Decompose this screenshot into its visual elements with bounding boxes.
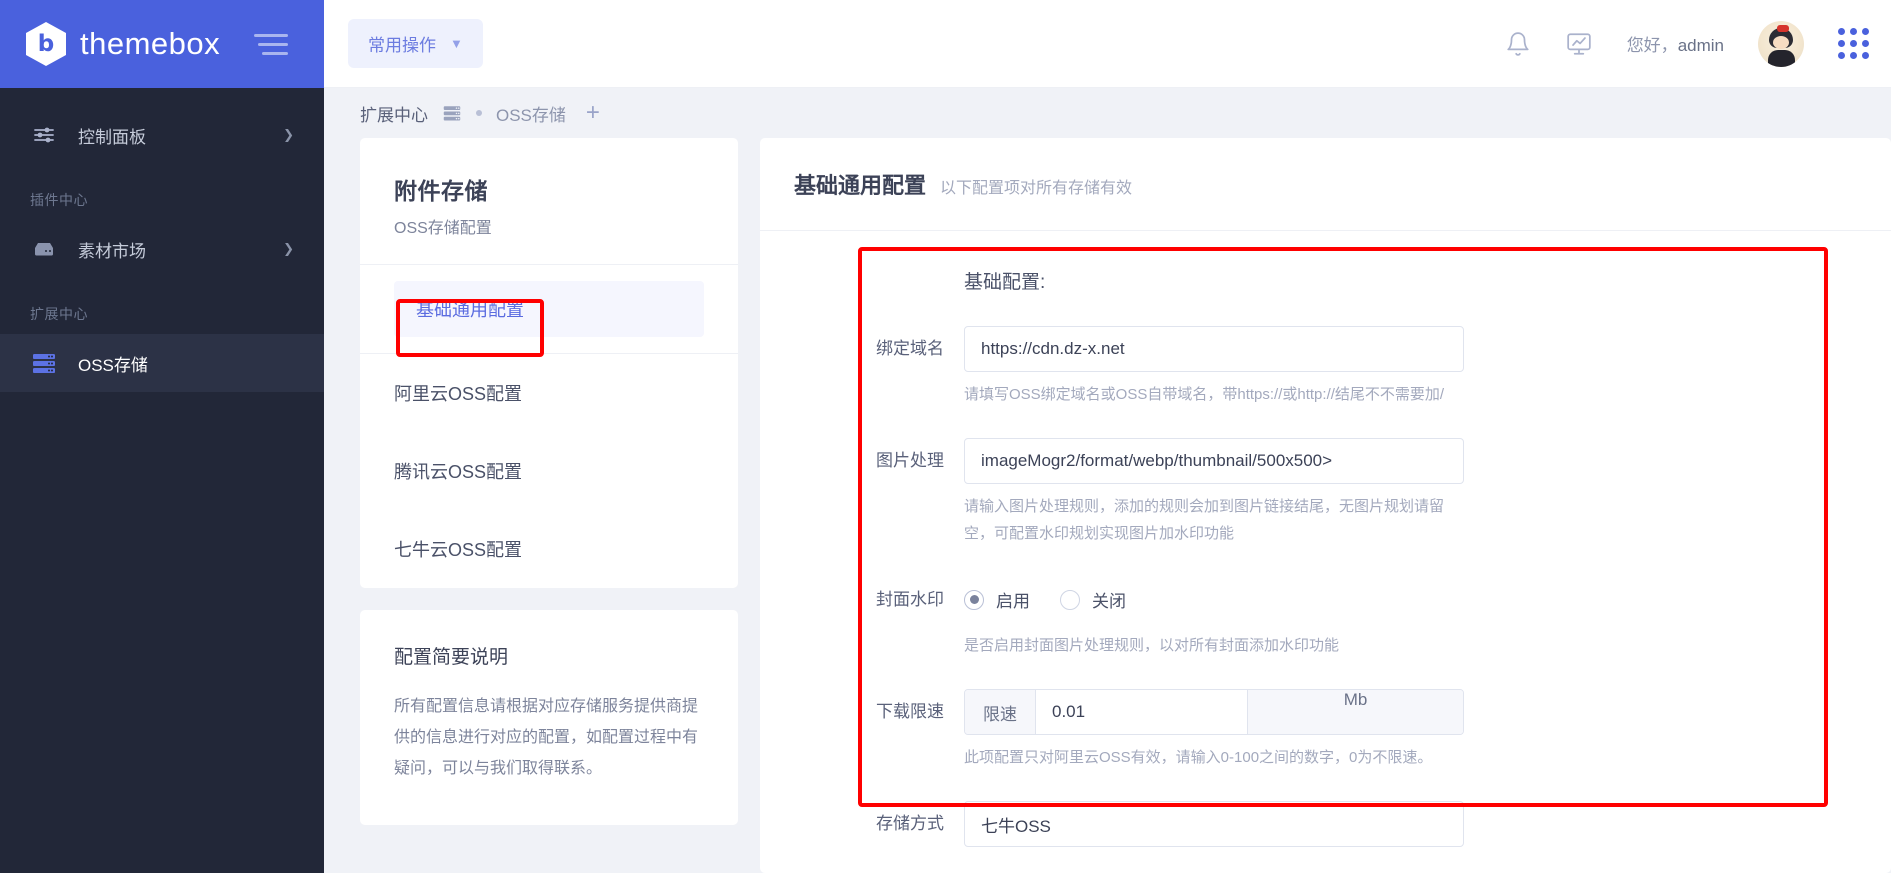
domain-control: 请填写OSS绑定域名或OSS自带域名，带https://或http://结尾不不… [964, 326, 1464, 430]
common-operations-label: 常用操作 [368, 36, 436, 55]
server-icon [30, 349, 58, 377]
sidebar-item-label: OSS存储 [78, 355, 148, 375]
config-menu: 基础通用配置 阿里云OSS配置 腾讯云OSS配置 七牛云OSS配置 [360, 264, 738, 588]
sidebar-section-plugin-center: 插件中心 [30, 192, 88, 208]
app-grid-icon[interactable] [1838, 28, 1869, 59]
page-title: 基础通用配置 [794, 173, 927, 198]
download-limit-prefix: 限速 [965, 690, 1036, 734]
note-title: 配置简要说明 [394, 647, 509, 668]
greeting-text: 您好，admin [1627, 31, 1724, 56]
brand-header[interactable]: b themebox [0, 0, 324, 88]
radio-label: 关闭 [1092, 592, 1126, 612]
logo-letter: b [37, 30, 55, 57]
menu-item-basic-config[interactable]: 基础通用配置 [394, 281, 704, 337]
chevron-right-icon: ❯ [283, 241, 294, 256]
config-note-card: 配置简要说明 所有配置信息请根据对应存储服务提供商提供的信息进行对应的配置，如配… [360, 610, 738, 825]
common-operations-button[interactable]: 常用操作 ▼ [348, 19, 483, 68]
page-subtitle: 以下配置项对所有存储有效 [940, 180, 1133, 197]
radio-label: 启用 [996, 592, 1030, 612]
top-bar: 常用操作 ▼ 您好，admin [324, 0, 1891, 88]
breadcrumb-root[interactable]: 扩展中心 [360, 101, 428, 126]
sidebar-item-label: 控制面板 [78, 127, 146, 147]
chevron-right-icon: ❯ [283, 127, 294, 142]
field-row-cover-watermark: 封面水印 启用 关闭 是否启用封面图片处理规则，以对所有封面添加水印功能 [760, 577, 1891, 681]
download-limit-control: 限速 Mb 此项配置只对阿里云OSS有效，请输入0-100之间的数字，0为不限速… [964, 689, 1464, 793]
image-process-hint: 请输入图片处理规则，添加的规则会加到图片链接结尾，无图片规划请留空，可配置水印规… [964, 498, 1445, 542]
config-form: 基础配置: 绑定域名 请填写OSS绑定域名或OSS自带域名，带https://或… [760, 231, 1891, 873]
sidebar-item-control-panel[interactable]: 控制面板 ❯ [0, 106, 324, 164]
field-row-download-limit: 下载限速 限速 Mb 此项配置只对阿里云OSS有效，请输入0-100之间的数字，… [760, 689, 1891, 793]
breadcrumb-current[interactable]: OSS存储 [496, 101, 566, 126]
field-row-image-process: 图片处理 请输入图片处理规则，添加的规则会加到图片链接结尾，无图片规划请留空，可… [760, 438, 1891, 569]
content-area: 附件存储 OSS存储配置 基础通用配置 阿里云OSS配置 腾讯云OSS配置 七牛… [324, 138, 1891, 873]
download-limit-suffix: Mb [1247, 690, 1463, 734]
right-pane: 常用操作 ▼ 您好，admin 扩展中心 OSS存储 + 附件存储 OSS存储配… [324, 0, 1891, 873]
domain-hint: 请填写OSS绑定域名或OSS自带域名，带https://或http://结尾不不… [964, 386, 1445, 403]
menu-item-aliyun-oss[interactable]: 阿里云OSS配置 [360, 354, 738, 432]
left-column: 附件存储 OSS存储配置 基础通用配置 阿里云OSS配置 腾讯云OSS配置 七牛… [360, 138, 738, 873]
domain-input[interactable] [964, 326, 1464, 372]
top-bar-right: 您好，admin [1505, 20, 1869, 67]
bell-icon[interactable] [1505, 31, 1531, 57]
main-config-panel: 基础通用配置 以下配置项对所有存储有效 基础配置: 绑定域名 请填写OSS绑定域… [760, 138, 1891, 873]
form-section-title: 基础配置: [964, 272, 1046, 293]
app-root: b themebox 控制面板 ❯ 插件中心 素材市场 ❯ 扩展中心 OSS存储… [0, 0, 1891, 873]
download-limit-label: 下载限速 [876, 702, 944, 721]
panel-subtitle: OSS存储配置 [394, 220, 492, 237]
menu-item-tencent-oss[interactable]: 腾讯云OSS配置 [360, 432, 738, 510]
greeting-prefix: 您好， [1626, 36, 1678, 55]
panel-title: 附件存储 [394, 178, 488, 204]
breadcrumb: 扩展中心 OSS存储 + [324, 88, 1891, 138]
domain-label: 绑定域名 [876, 339, 944, 358]
download-limit-input[interactable] [1036, 690, 1247, 734]
brand-name: themebox [80, 26, 221, 61]
menu-toggle-icon[interactable] [254, 33, 289, 55]
sidebar: b themebox 控制面板 ❯ 插件中心 素材市场 ❯ 扩展中心 OSS存储 [0, 0, 324, 873]
server-icon [442, 104, 462, 122]
cover-watermark-control: 启用 关闭 是否启用封面图片处理规则，以对所有封面添加水印功能 [964, 577, 1464, 681]
sidebar-item-oss-storage[interactable]: OSS存储 [0, 334, 324, 392]
note-body: 所有配置信息请根据对应存储服务提供商提供的信息进行对应的配置，如配置过程中有疑问… [394, 698, 699, 778]
main-panel-header: 基础通用配置 以下配置项对所有存储有效 [760, 138, 1891, 231]
image-process-control: 请输入图片处理规则，添加的规则会加到图片链接结尾，无图片规划请留空，可配置水印规… [964, 438, 1464, 569]
config-menu-row: 基础通用配置 [360, 265, 738, 354]
radio-dot-icon [964, 589, 984, 610]
field-row-storage-type: 存储方式 [760, 801, 1891, 848]
breadcrumb-separator-dot [476, 110, 482, 116]
storage-type-label: 存储方式 [876, 814, 944, 834]
username-label: admin [1677, 36, 1724, 55]
chevron-down-icon: ▼ [450, 36, 463, 51]
download-limit-hint: 此项配置只对阿里云OSS有效，请输入0-100之间的数字，0为不限速。 [964, 749, 1433, 766]
sidebar-section-extension-center: 扩展中心 [30, 306, 88, 322]
monitor-chart-icon[interactable] [1565, 31, 1593, 57]
storage-type-select[interactable] [964, 801, 1464, 848]
download-limit-group: 限速 Mb [964, 689, 1464, 735]
sidebar-item-label: 素材市场 [78, 241, 146, 261]
menu-item-qiniu-oss[interactable]: 七牛云OSS配置 [360, 510, 738, 588]
cover-watermark-radio-disable[interactable]: 关闭 [1060, 587, 1126, 612]
themebox-logo-icon: b [26, 22, 66, 66]
sidebar-nav: 控制面板 ❯ 插件中心 素材市场 ❯ 扩展中心 OSS存储 [0, 88, 324, 873]
image-process-input[interactable] [964, 438, 1464, 485]
cover-watermark-label: 封面水印 [876, 589, 944, 609]
sidebar-item-material-market[interactable]: 素材市场 ❯ [0, 220, 324, 278]
avatar[interactable] [1758, 20, 1804, 67]
add-tab-button[interactable]: + [586, 101, 600, 125]
attachment-storage-header: 附件存储 OSS存储配置 [360, 138, 738, 264]
attachment-storage-card: 附件存储 OSS存储配置 基础通用配置 阿里云OSS配置 腾讯云OSS配置 七牛… [360, 138, 738, 588]
sliders-icon [30, 121, 58, 149]
cover-watermark-hint: 是否启用封面图片处理规则，以对所有封面添加水印功能 [964, 636, 1340, 654]
cover-watermark-radio-enable[interactable]: 启用 [964, 587, 1030, 612]
box-icon [30, 235, 58, 263]
image-process-label: 图片处理 [876, 451, 944, 471]
field-row-domain: 绑定域名 请填写OSS绑定域名或OSS自带域名，带https://或http:/… [760, 326, 1891, 430]
radio-dot-icon [1060, 589, 1080, 610]
storage-type-control [964, 801, 1464, 848]
cover-watermark-radio-group: 启用 关闭 [964, 577, 1464, 623]
